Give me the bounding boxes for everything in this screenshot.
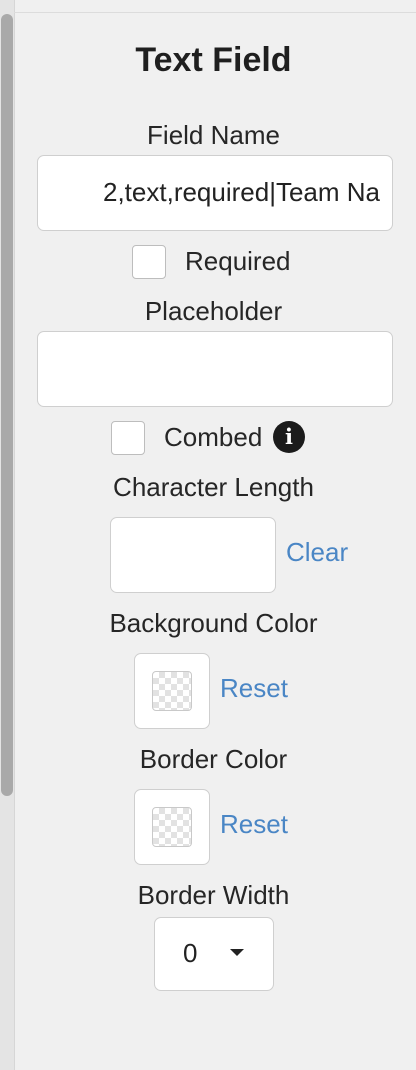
caret-down-icon <box>230 949 244 956</box>
combed-checkbox[interactable] <box>111 421 145 455</box>
character-length-input[interactable] <box>110 517 276 593</box>
character-length-label: Character Length <box>113 472 314 502</box>
border-color-picker[interactable] <box>134 789 210 865</box>
field-name-input[interactable]: 2,text,required|Team Na <box>37 155 393 231</box>
combed-label: Combed <box>164 422 263 452</box>
scrollbar-thumb[interactable] <box>1 14 13 796</box>
placeholder-input[interactable] <box>37 331 393 407</box>
scrollbar-track[interactable] <box>0 0 15 1070</box>
panel-title: Text Field <box>135 41 292 79</box>
border-width-label: Border Width <box>137 880 290 910</box>
required-checkbox[interactable] <box>132 245 166 279</box>
border-width-value: 0 <box>183 938 198 968</box>
background-color-picker[interactable] <box>134 653 210 729</box>
required-label: Required <box>185 246 291 276</box>
properties-panel-frame: Text Field Field Name 2,text,required|Te… <box>0 0 416 1070</box>
transparent-swatch-icon <box>152 671 192 711</box>
info-circle-icon[interactable]: i <box>273 421 305 453</box>
reset-border-color-button[interactable]: Reset <box>220 809 288 840</box>
border-width-select[interactable]: 0 <box>154 917 274 991</box>
placeholder-label: Placeholder <box>144 296 283 326</box>
background-color-label: Background Color <box>109 608 318 638</box>
text-field-properties: Text Field Field Name 2,text,required|Te… <box>15 13 416 1070</box>
field-name-label: Field Name <box>147 120 280 150</box>
border-color-label: Border Color <box>139 744 288 774</box>
clear-character-length-button[interactable]: Clear <box>286 537 348 568</box>
transparent-swatch-icon <box>152 807 192 847</box>
reset-background-color-button[interactable]: Reset <box>220 673 288 704</box>
